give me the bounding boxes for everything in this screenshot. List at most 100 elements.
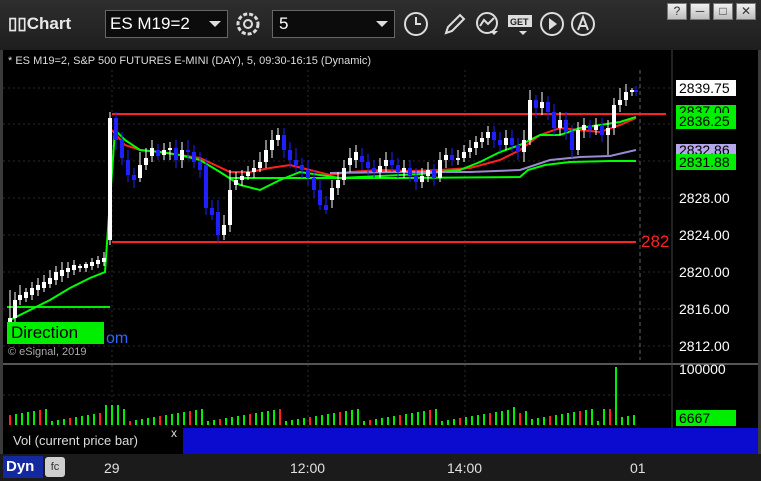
volume-bar <box>429 410 431 425</box>
volume-bar <box>207 421 209 425</box>
grid <box>3 70 672 428</box>
candle-body <box>102 258 106 262</box>
candle-body <box>546 102 550 112</box>
volume-bar <box>621 417 623 425</box>
direction-label[interactable]: Direction <box>7 322 104 344</box>
candle-body <box>438 160 442 178</box>
volume-bar <box>465 417 467 425</box>
y-tick-label: 2824.00 <box>679 227 730 243</box>
volume-bar <box>627 416 629 425</box>
candle-body <box>210 208 214 215</box>
volume-bar <box>555 415 557 425</box>
candles <box>8 84 638 330</box>
volume-bar <box>357 409 359 425</box>
volume-bar <box>309 417 311 425</box>
volume-bar <box>81 416 83 425</box>
volume-bar <box>615 367 617 425</box>
volume-bar <box>573 412 575 425</box>
volume-bar <box>261 412 263 425</box>
volume-bar <box>537 418 539 425</box>
volume-bars <box>9 367 635 425</box>
candle-body <box>324 205 328 210</box>
volume-bar <box>147 418 149 425</box>
candle-body <box>498 140 502 145</box>
volume-bar <box>123 409 125 425</box>
volume-bar <box>501 411 503 425</box>
candle-body <box>570 132 574 150</box>
volume-bar <box>63 419 65 425</box>
volume-bar <box>141 419 143 425</box>
volume-bar <box>213 420 215 425</box>
green-ma-line <box>9 116 637 321</box>
volume-bar <box>453 419 455 425</box>
candle-body <box>222 225 226 235</box>
volume-bar <box>447 420 449 425</box>
chart-description: * ES M19=2, S&P 500 FUTURES E-MINI (DAY)… <box>8 55 372 67</box>
x-tick-label: 14:00 <box>447 460 483 476</box>
volume-bar <box>285 421 287 425</box>
candle-body <box>288 150 292 160</box>
candle-body <box>504 138 508 145</box>
candle-body <box>558 120 562 128</box>
volume-bar <box>171 414 173 425</box>
volume-bar <box>327 414 329 425</box>
candle-body <box>480 138 484 142</box>
volume-bar <box>471 416 473 425</box>
candle-body <box>138 165 142 178</box>
candle-body <box>618 100 622 105</box>
volume-bar <box>321 415 323 425</box>
candle-body <box>276 135 280 140</box>
volume-bar <box>549 416 551 425</box>
close-icon[interactable]: x <box>171 426 177 440</box>
volume-bar <box>339 412 341 425</box>
volume-bar <box>267 411 269 425</box>
candle-body <box>366 162 370 168</box>
volume-last-flag: 6667 <box>676 410 736 426</box>
volume-bar <box>183 412 185 425</box>
direction-link-text[interactable]: om <box>106 330 128 348</box>
volume-bar <box>15 414 17 425</box>
candle-body <box>510 138 514 145</box>
volume-bar <box>369 420 371 425</box>
candle-body <box>192 152 196 162</box>
volume-bar <box>9 415 11 425</box>
volume-bar <box>291 420 293 425</box>
candle-body <box>468 148 472 152</box>
volume-bar <box>111 405 113 425</box>
volume-bar <box>435 409 437 425</box>
volume-bar <box>159 416 161 425</box>
volume-study-label[interactable]: Vol (current price bar) <box>3 428 183 454</box>
candle-body <box>168 148 172 150</box>
volume-bar <box>225 418 227 425</box>
volume-y-tick-label: 100000 <box>679 361 726 377</box>
volume-bar <box>459 418 461 425</box>
volume-bar <box>201 409 203 425</box>
copyright: © eSignal, 2019 <box>8 346 87 358</box>
candle-body <box>132 175 136 180</box>
candle-body <box>396 165 400 172</box>
x-tick-label: 29 <box>104 460 120 476</box>
volume-bar <box>51 421 53 425</box>
candle-body <box>600 125 604 135</box>
volume-bar <box>237 416 239 425</box>
green-lower-flag: 2831.88 <box>676 154 736 170</box>
volume-bar <box>117 405 119 425</box>
volume-bar <box>27 412 29 425</box>
volume-bar <box>99 413 101 425</box>
candle-body <box>390 160 394 165</box>
link-icon[interactable]: fc <box>45 457 65 477</box>
dynamic-button[interactable]: Dyn <box>3 456 43 478</box>
volume-bar <box>531 419 533 425</box>
volume-bar <box>333 413 335 425</box>
volume-bar <box>525 411 527 425</box>
volume-bar <box>441 421 443 425</box>
candle-body <box>576 130 580 150</box>
volume-bar <box>195 410 197 425</box>
candle-body <box>402 168 406 172</box>
candle-body <box>96 260 100 264</box>
volume-bar <box>255 413 257 425</box>
volume-bar <box>279 409 281 425</box>
volume-bar <box>189 411 191 425</box>
volume-bar <box>297 419 299 425</box>
candle-body <box>186 150 190 152</box>
